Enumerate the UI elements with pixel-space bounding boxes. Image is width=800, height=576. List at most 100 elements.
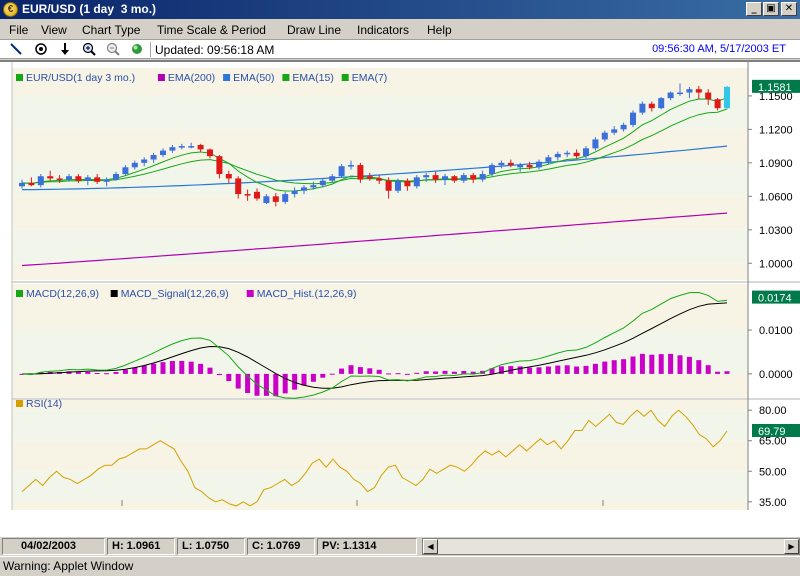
chart-area[interactable]: EUR/USD(1 day 3 mo.) EMA(200) EMA(50) EMA(1…: [0, 60, 800, 538]
candle-body: [489, 165, 495, 174]
macd-hist-bar: [282, 373, 288, 394]
candle-body: [113, 174, 119, 180]
candle-body: [357, 165, 364, 180]
price-legend-label: EUR/USD(1 day 3 mo.): [26, 72, 135, 84]
globe-icon[interactable]: [127, 41, 147, 58]
macd-hist-bar: [404, 373, 410, 375]
macd-hist-bar: [273, 373, 279, 397]
candle-body: [376, 178, 383, 181]
macd-hist-bar: [715, 371, 721, 374]
macd-hist-bar: [226, 373, 232, 382]
rsi-band: [12, 471, 748, 502]
menu-chart-type[interactable]: Chart Type: [82, 23, 140, 37]
macd-hist-bar: [536, 367, 542, 374]
candle-body: [37, 176, 44, 186]
close-button[interactable]: ✕: [781, 2, 797, 16]
candle-body: [160, 150, 166, 156]
candle-body: [254, 191, 260, 199]
price-tick-label: 1.0600: [759, 191, 793, 203]
horizontal-scrollbar[interactable]: ◀ ▶: [422, 538, 800, 555]
macd-band: [12, 330, 748, 374]
candle-body: [432, 175, 439, 180]
candle-body: [272, 196, 279, 202]
draw-line-icon[interactable]: [6, 41, 26, 58]
minimize-button[interactable]: _: [746, 2, 762, 16]
candle-body: [19, 182, 25, 187]
candle-body: [235, 178, 242, 195]
candle-body: [395, 180, 401, 191]
macd-hist-bar: [414, 372, 420, 374]
candle-body: [404, 180, 411, 187]
candle-body: [47, 176, 54, 179]
scroll-left-icon[interactable]: ◀: [423, 539, 438, 554]
macd-hist-bar: [301, 373, 307, 386]
rsi-legend-label: RSI(14): [26, 398, 62, 410]
crosshair-icon[interactable]: [31, 41, 51, 58]
macd-hist-bar: [705, 365, 711, 374]
zoom-in-icon[interactable]: [79, 41, 99, 58]
candle-body: [197, 144, 204, 150]
candle-body: [169, 147, 176, 151]
price-tick-label: 1.0900: [759, 158, 793, 170]
macd-hist-bar: [517, 366, 523, 374]
price-value-label: 1.1581: [758, 82, 792, 94]
macd-hist-bar: [658, 354, 664, 374]
candle-body: [564, 152, 571, 155]
candle-body: [103, 179, 110, 182]
rsi-tick-label: 80.00: [759, 405, 787, 417]
rsi-tick-label: 50.00: [759, 466, 787, 478]
market-clock: 09:56:30 AM, 5/17/2003 ET: [652, 43, 786, 55]
macd-hist-bar: [583, 365, 589, 374]
updated-time: Updated: 09:56:18 AM: [155, 43, 275, 57]
macd-hist-bar: [207, 367, 213, 374]
status-close: C: 1.0769: [247, 538, 315, 555]
scroll-right-icon[interactable]: ▶: [784, 539, 799, 554]
macd-legend-label: MACD_Signal(12,26,9): [121, 288, 229, 300]
menu-view[interactable]: View: [41, 23, 67, 37]
price-tick-label: 1.0000: [759, 258, 793, 270]
candle-body: [451, 176, 458, 181]
candle-body: [460, 175, 467, 181]
macd-hist-bar: [188, 361, 194, 374]
macd-hist-bar: [320, 373, 326, 378]
price-tick-label: 1.0300: [759, 225, 793, 237]
menu-file[interactable]: File: [9, 23, 28, 37]
candle-body: [573, 152, 580, 157]
macd-legend-label: MACD(12,26,9): [26, 288, 99, 300]
candle-body: [282, 194, 289, 202]
menu-indicators[interactable]: Indicators: [357, 23, 409, 37]
macd-tick-label: 0.0000: [759, 369, 793, 381]
candle-body: [244, 194, 251, 196]
macd-hist-bar: [677, 355, 683, 374]
candle-body: [329, 176, 336, 181]
chart-canvas[interactable]: EUR/USD(1 day 3 mo.) EMA(200) EMA(50) EMA(1…: [0, 62, 800, 510]
candle-body: [648, 103, 655, 109]
zoom-out-icon[interactable]: [103, 41, 123, 58]
macd-hist-bar: [94, 373, 100, 375]
macd-hist-bar: [602, 361, 608, 374]
candle-body: [338, 166, 345, 177]
status-bar: 04/02/2003 H: 1.0961 L: 1.0750 C: 1.0769…: [0, 537, 800, 556]
price-band: [12, 196, 748, 230]
macd-legend-swatch: [246, 290, 254, 297]
macd-hist-bar: [348, 365, 354, 374]
price-legend-swatch: [157, 74, 165, 81]
candle-body: [545, 157, 552, 162]
macd-legend-swatch: [16, 290, 23, 297]
arrow-down-icon[interactable]: [55, 41, 75, 58]
candle-body: [470, 175, 477, 180]
menu-draw-line[interactable]: Draw Line: [287, 23, 341, 37]
menu-help[interactable]: Help: [427, 23, 452, 37]
price-band: [12, 95, 748, 130]
candle-body: [301, 187, 307, 191]
maximize-button[interactable]: ▣: [763, 2, 779, 16]
macd-hist-bar: [75, 372, 81, 374]
macd-hist-bar: [724, 371, 730, 374]
currency-coin-icon: €: [3, 2, 18, 17]
menu-time-scale-period[interactable]: Time Scale & Period: [157, 23, 266, 37]
macd-hist-bar: [395, 373, 401, 375]
candle-body: [658, 98, 665, 109]
rsi-tick-label: 35.00: [759, 497, 787, 509]
price-legend-swatch: [282, 74, 290, 81]
candle-body: [507, 162, 514, 166]
